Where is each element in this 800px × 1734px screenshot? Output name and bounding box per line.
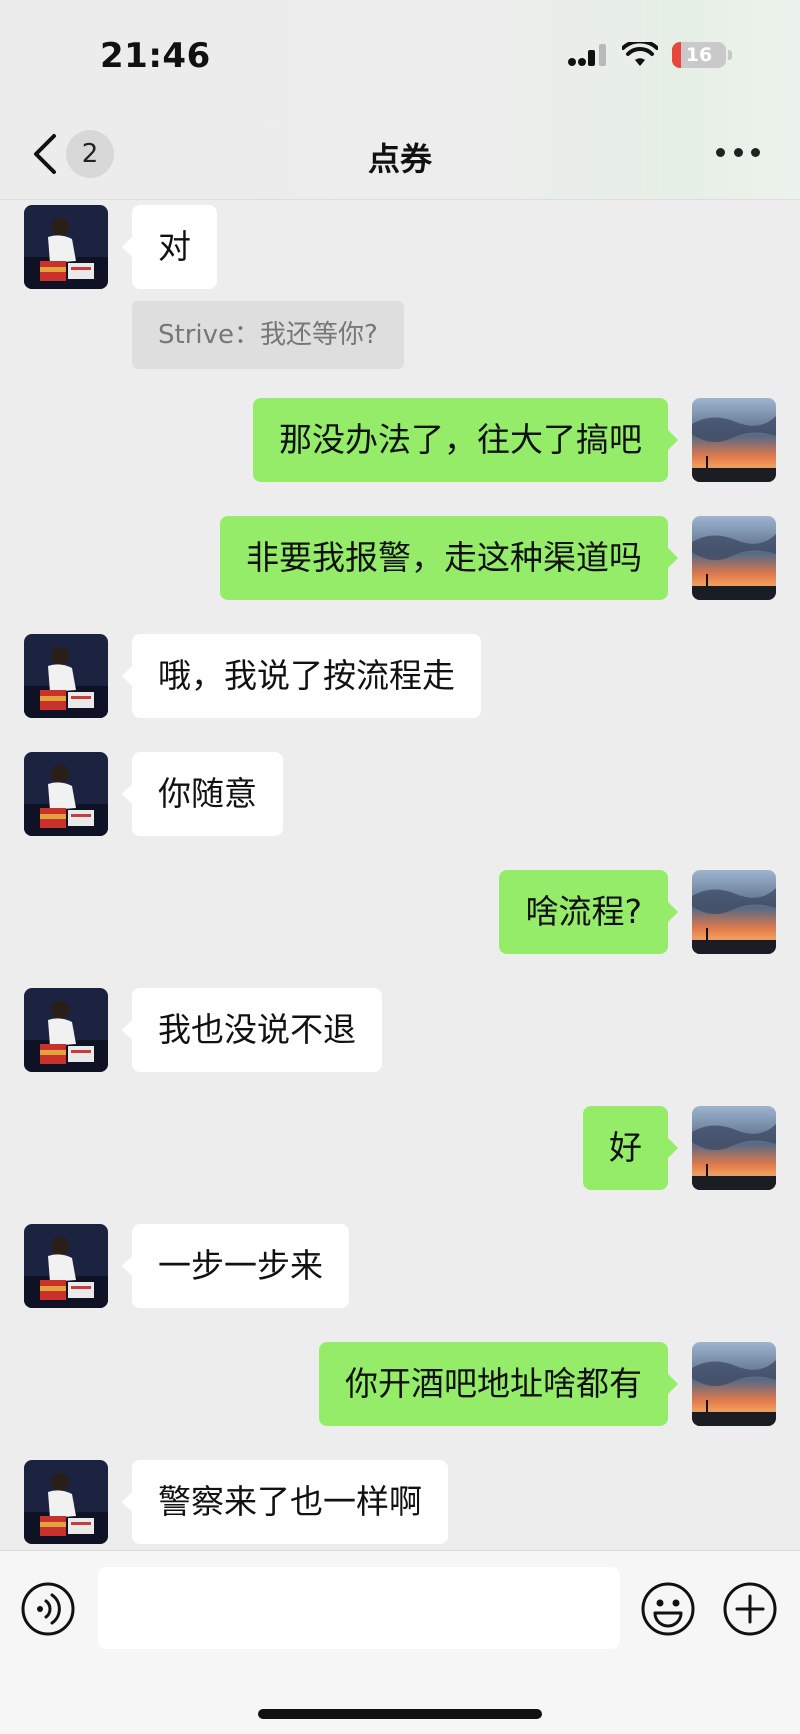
contact-avatar[interactable]	[24, 1224, 108, 1308]
contact-avatar[interactable]	[24, 1460, 108, 1544]
message-row: 警察来了也一样啊	[0, 1460, 800, 1544]
message-row: 我也没说不退	[0, 988, 800, 1072]
message-row: 啥流程?	[0, 870, 800, 954]
plus-icon[interactable]	[722, 1581, 778, 1637]
signal-icon	[568, 44, 606, 66]
message-bubble[interactable]: 哦，我说了按流程走	[122, 634, 481, 718]
contact-avatar[interactable]	[24, 752, 108, 836]
contact-avatar[interactable]	[24, 634, 108, 718]
top-bar: 21:46 16 2 点券	[0, 0, 800, 200]
battery-tip	[728, 50, 732, 60]
wifi-icon	[622, 42, 658, 66]
message-bubble[interactable]: 对	[122, 205, 217, 289]
home-indicator	[258, 1709, 542, 1719]
my-avatar[interactable]	[692, 1342, 776, 1426]
message-bubble[interactable]: 非要我报警，走这种渠道吗	[220, 516, 678, 600]
message-row: 那没办法了，往大了搞吧	[0, 398, 800, 482]
message-bubble[interactable]: 好	[583, 1106, 678, 1190]
my-avatar[interactable]	[692, 870, 776, 954]
status-icons: 16	[568, 42, 732, 68]
message-row: 对 Strive：我还等你?	[0, 205, 800, 369]
message-row: 你开酒吧地址啥都有	[0, 1342, 800, 1426]
battery-icon: 16	[672, 42, 726, 68]
chat-title: 点券	[367, 140, 432, 178]
message-bubble[interactable]: 我也没说不退	[122, 988, 382, 1072]
battery-level: 16	[685, 44, 713, 66]
message-bubble[interactable]: 一步一步来	[122, 1224, 349, 1308]
quoted-message[interactable]: Strive：我还等你?	[132, 301, 404, 369]
message-bubble[interactable]: 你开酒吧地址啥都有	[319, 1342, 678, 1426]
message-row: 好	[0, 1106, 800, 1190]
message-row: 非要我报警，走这种渠道吗	[0, 516, 800, 600]
my-avatar[interactable]	[692, 1106, 776, 1190]
message-row: 一步一步来	[0, 1224, 800, 1308]
message-bubble[interactable]: 那没办法了，往大了搞吧	[253, 398, 678, 482]
message-row: 哦，我说了按流程走	[0, 634, 800, 718]
contact-avatar[interactable]	[24, 988, 108, 1072]
emoji-icon[interactable]	[640, 1581, 696, 1637]
message-row: 你随意	[0, 752, 800, 836]
my-avatar[interactable]	[692, 516, 776, 600]
message-bubble[interactable]: 你随意	[122, 752, 283, 836]
more-dots-icon[interactable]	[716, 148, 760, 160]
contact-avatar[interactable]	[24, 205, 108, 289]
voice-icon[interactable]	[20, 1581, 76, 1637]
message-bubble[interactable]: 警察来了也一样啊	[122, 1460, 448, 1544]
input-bar	[0, 1550, 800, 1734]
message-bubble[interactable]: 啥流程?	[499, 870, 678, 954]
status-time: 21:46	[100, 36, 211, 76]
message-input[interactable]	[98, 1567, 620, 1649]
my-avatar[interactable]	[692, 398, 776, 482]
chat-messages[interactable]: 对 Strive：我还等你? 那没办法了，往大了搞吧 非要我报警，走这种渠道吗	[0, 200, 800, 1550]
